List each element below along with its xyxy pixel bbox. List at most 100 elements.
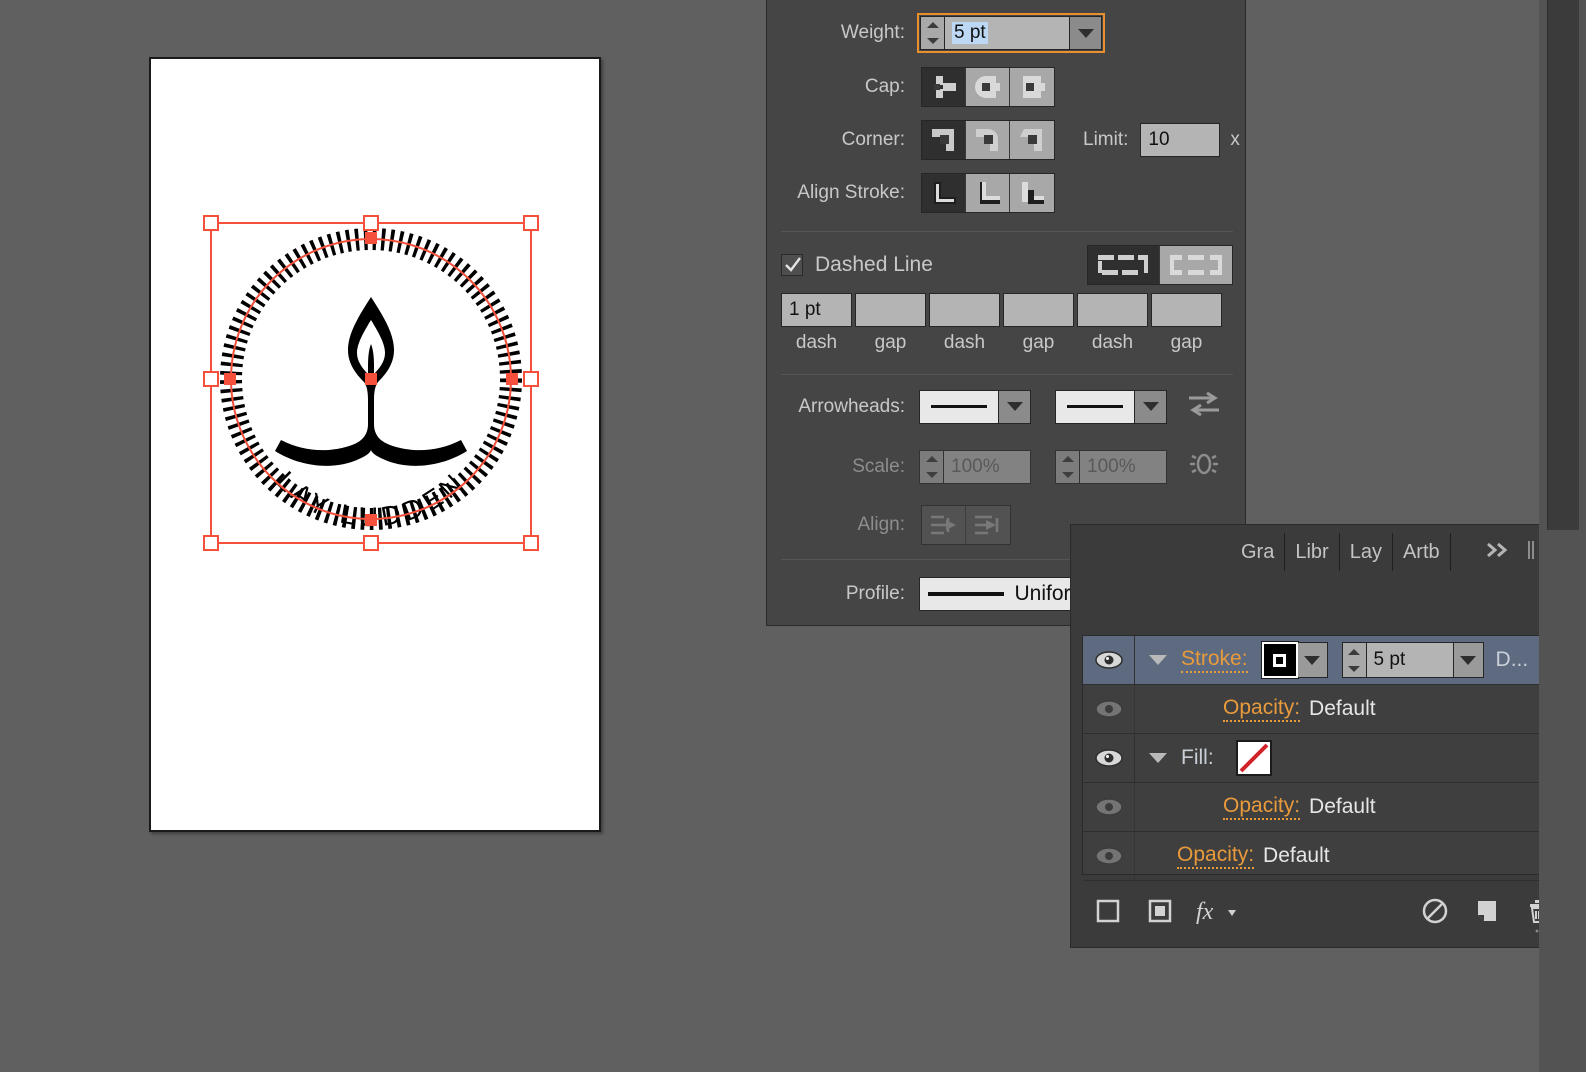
appearance-panel-footer[interactable]: fx [1082, 885, 1565, 937]
align-arrow-button-group [921, 505, 1011, 545]
tab-artboards[interactable]: Artb [1392, 533, 1451, 571]
dash-alignment-button-group[interactable] [1087, 245, 1233, 285]
round-join-button[interactable] [966, 121, 1010, 159]
align-stroke-outside-button[interactable] [1010, 174, 1054, 212]
stroke-weight-stepper[interactable] [1341, 642, 1366, 678]
svg-text:fx: fx [1196, 899, 1214, 925]
appearance-row-value-stroke-opacity: Default [1309, 697, 1376, 720]
appearance-panel[interactable]: Gra Libr Lay Artb Stroke: 5 pt D... Opac… [1070, 524, 1586, 948]
scale-label: Scale: [852, 455, 905, 477]
appearance-row-label-stroke[interactable]: Stroke: [1181, 647, 1248, 673]
dash-captions-row: dash gap dash gap dash gap [781, 332, 1222, 354]
gap-field-5[interactable] [1151, 293, 1222, 327]
stroke-dash-state: D... [1495, 648, 1529, 671]
panel-tab-bar[interactable]: Gra Libr Lay Artb [1231, 533, 1585, 571]
appearance-row-stroke[interactable]: Stroke: 5 pt D... [1083, 636, 1564, 685]
weight-label: Weight: [840, 22, 905, 43]
dash-caption-0: dash [795, 332, 838, 353]
disclosure-triangle-stroke[interactable] [1149, 655, 1167, 665]
weight-dropdown-arrow[interactable] [1070, 16, 1102, 50]
clear-appearance-icon[interactable] [1409, 885, 1461, 937]
stroke-color-dropdown[interactable] [1297, 642, 1328, 678]
stroke-color-select[interactable] [1260, 641, 1328, 679]
appearance-list[interactable]: Stroke: 5 pt D... Opacity: Default Fill:… [1082, 635, 1565, 881]
appearance-row-value-object-opacity: Default [1263, 844, 1330, 867]
weight-stepper[interactable] [920, 16, 944, 50]
appearance-row-label-fill[interactable]: Fill: [1181, 746, 1214, 770]
profile-uniform-line [928, 591, 1005, 596]
miter-join-button[interactable] [922, 121, 966, 159]
dash-field-2[interactable] [929, 293, 1000, 327]
scale-end-input: 100% [1079, 449, 1167, 484]
visibility-toggle-stroke[interactable] [1083, 636, 1135, 684]
stroke-color-swatch[interactable] [1260, 641, 1299, 679]
appearance-row-label-object-opacity[interactable]: Opacity: [1177, 843, 1255, 869]
stroke-weight-dropdown[interactable] [1453, 642, 1484, 678]
add-effect-fx-icon[interactable]: fx [1186, 885, 1248, 937]
profile-label: Profile: [845, 582, 905, 604]
visibility-toggle-fill-opacity[interactable] [1083, 783, 1135, 831]
tab-layers[interactable]: Lay [1339, 533, 1393, 571]
arrowhead-start-select[interactable] [919, 389, 1031, 424]
appearance-row-fill[interactable]: Fill: [1083, 734, 1564, 783]
visibility-toggle-fill[interactable] [1083, 734, 1135, 782]
arrowhead-end-dropdown[interactable] [1135, 389, 1167, 424]
align-stroke-inside-button[interactable] [966, 174, 1010, 212]
weight-input[interactable]: 5 pt [944, 16, 1070, 50]
stroke-weight-value: 5 pt [1373, 649, 1406, 670]
corner-label: Corner: [841, 129, 905, 150]
stroke-weight-input[interactable]: 5 pt [1365, 642, 1454, 678]
round-cap-button[interactable] [966, 68, 1010, 106]
preserve-exact-dash-button[interactable] [1088, 246, 1160, 284]
appearance-row-label-stroke-opacity[interactable]: Opacity: [1223, 696, 1301, 722]
right-dock-column[interactable] [1547, 0, 1579, 530]
artwork-logo[interactable]: LAY LUDDEN [203, 215, 539, 551]
projecting-cap-button[interactable] [1010, 68, 1054, 106]
align-stroke-button-group[interactable] [921, 173, 1055, 213]
link-scales-icon[interactable] [1187, 448, 1221, 485]
stroke-weight-control[interactable]: 5 pt [1341, 642, 1484, 678]
cap-button-group[interactable] [921, 67, 1055, 107]
disclosure-triangle-fill[interactable] [1149, 753, 1167, 763]
tab-graphic-styles[interactable]: Gra [1231, 533, 1286, 571]
right-dock-strip[interactable] [1539, 0, 1586, 1072]
appearance-row-stroke-opacity[interactable]: Opacity: Default [1083, 685, 1564, 734]
fill-none-swatch[interactable] [1235, 740, 1272, 776]
arrowhead-start-dropdown[interactable] [999, 389, 1031, 424]
scale-end-value: 100% [1087, 455, 1136, 477]
dashed-line-checkbox[interactable] [781, 254, 803, 276]
gap-field-3[interactable] [1003, 293, 1074, 327]
arrowhead-end-select[interactable] [1055, 389, 1167, 424]
double-chevron-right-icon[interactable] [1485, 541, 1515, 564]
dashed-line-toggle[interactable]: Dashed Line [781, 253, 933, 277]
add-new-fill-icon[interactable] [1134, 885, 1186, 937]
corner-button-group[interactable] [921, 120, 1055, 160]
appearance-row-object-opacity[interactable]: Opacity: Default [1083, 832, 1564, 881]
dash-field-0[interactable]: 1 pt [781, 293, 852, 327]
butt-cap-button[interactable] [922, 68, 966, 106]
gap-field-1[interactable] [855, 293, 926, 327]
dash-caption-5: gap [1170, 332, 1203, 353]
bevel-join-button[interactable] [1010, 121, 1054, 159]
limit-value: 10 [1148, 129, 1170, 150]
weight-control[interactable]: 5 pt [920, 16, 1102, 50]
align-dashes-to-corners-button[interactable] [1160, 246, 1232, 284]
limit-suffix: x [1230, 129, 1240, 150]
appearance-row-label-fill-opacity[interactable]: Opacity: [1223, 794, 1301, 820]
document-canvas[interactable]: LAY LUDDEN [0, 0, 766, 1072]
duplicate-item-icon[interactable] [1461, 885, 1513, 937]
swap-arrowheads-icon[interactable] [1187, 389, 1221, 424]
tab-libraries[interactable]: Libr [1285, 533, 1340, 571]
visibility-toggle-object-opacity[interactable] [1083, 832, 1135, 880]
align-stroke-center-button[interactable] [922, 174, 966, 212]
appearance-row-value-fill-opacity: Default [1309, 795, 1376, 818]
dashed-line-label: Dashed Line [815, 253, 933, 276]
logo-svg: LAY LUDDEN [203, 215, 539, 551]
visibility-toggle-stroke-opacity[interactable] [1083, 685, 1135, 733]
divider-2 [781, 374, 1233, 375]
limit-input[interactable]: 10 [1140, 123, 1221, 157]
add-new-stroke-icon[interactable] [1082, 885, 1134, 937]
dash-fields-row[interactable]: 1 pt [781, 293, 1222, 327]
dash-field-4[interactable] [1077, 293, 1148, 327]
appearance-row-fill-opacity[interactable]: Opacity: Default [1083, 783, 1564, 832]
